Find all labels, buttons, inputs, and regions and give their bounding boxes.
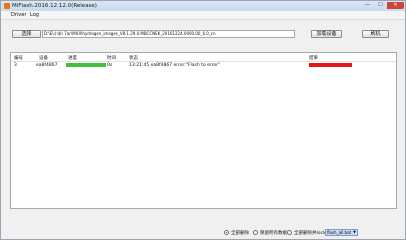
header-divider [11,61,396,62]
row-time: 0s [107,63,113,68]
radio-save-user-data[interactable] [253,230,258,235]
device-table: 编号 设备 进度 时间 状态 结果 3 ea8f4867 0s 13:21:45… [10,52,397,209]
row-result: error [311,62,320,66]
rom-path-input[interactable]: D:\E\小米\ 7ar\MIUI\hydrogen_images_V8.1.2… [42,30,295,38]
minimize-icon: — [365,2,370,8]
chevron-down-icon: ▼ [353,230,356,234]
row-id: 3 [14,63,17,68]
radio-clean-all-and-lock[interactable] [287,230,292,235]
menu-driver[interactable]: Driver [11,12,26,18]
flash-script-select[interactable]: flash_all.bat ▼ [325,229,358,236]
row-status: 13:21:45 ea8f4867 error:"Flash to error" [129,63,221,68]
row-device: ea8f4867 [36,63,58,68]
maximize-button[interactable]: ☐ [374,2,387,9]
title-bar: MiFlash.2016.12.12.0(Release) — ☐ ✕ [1,1,405,11]
close-icon: ✕ [393,2,398,8]
radio-clean-all[interactable] [224,230,229,235]
progress-fill [66,63,106,67]
label-save-user-data: 保留所有数据 [260,230,287,236]
close-button[interactable]: ✕ [387,2,404,9]
app-logo-icon [4,3,10,9]
select-button[interactable]: 选择 [12,30,41,38]
minimize-button[interactable]: — [361,2,374,9]
menu-bar: Driver Log [1,11,405,20]
result-error-badge: error [309,62,352,67]
label-clean-all: 全部删除 [231,230,249,236]
menu-log[interactable]: Log [30,12,39,18]
maximize-icon: ☐ [378,2,383,8]
flash-script-value: flash_all.bat [327,230,352,235]
miflash-window: MiFlash.2016.12.12.0(Release) — ☐ ✕ Driv… [0,0,406,240]
window-title: MiFlash.2016.12.12.0(Release) [12,2,97,9]
footer-options: 全部删除 保留所有数据 全部删除并lock flash_all.bat ▼ [1,227,405,239]
install-driver-button[interactable]: 加载设备 [311,30,342,38]
flash-button[interactable]: 刷机 [362,30,389,38]
label-clean-all-and-lock: 全部删除并lock [294,230,326,236]
progress-bar [66,63,106,67]
